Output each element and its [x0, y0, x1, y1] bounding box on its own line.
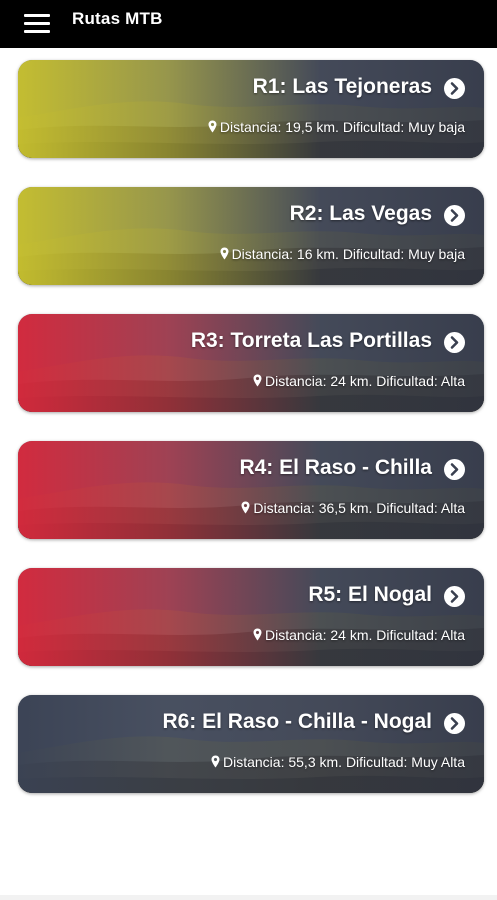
- route-info-text: Distancia: 36,5 km. Dificultad: Alta: [253, 500, 465, 516]
- arrow-circle-right-icon[interactable]: [444, 586, 465, 607]
- map-marker-icon: [253, 628, 262, 641]
- route-info: Distancia: 55,3 km. Dificultad: Muy Alta: [211, 754, 465, 770]
- route-list: R1: Las Tejoneras Distancia: 19,5 km. Di…: [0, 48, 497, 898]
- route-title: R5: El Nogal: [308, 583, 432, 606]
- route-info: Distancia: 19,5 km. Dificultad: Muy baja: [208, 119, 465, 135]
- map-marker-icon: [211, 755, 220, 768]
- route-title: R1: Las Tejoneras: [252, 75, 432, 98]
- app-title: Rutas MTB: [72, 9, 163, 28]
- bottom-edge: [0, 895, 497, 900]
- route-info-text: Distancia: 24 km. Dificultad: Alta: [265, 627, 465, 643]
- route-title: R4: El Raso - Chilla: [239, 456, 432, 479]
- arrow-circle-right-icon[interactable]: [444, 459, 465, 480]
- map-marker-icon: [220, 247, 229, 260]
- route-card[interactable]: R2: Las Vegas Distancia: 16 km. Dificult…: [18, 187, 484, 285]
- route-info: Distancia: 24 km. Dificultad: Alta: [253, 373, 465, 389]
- route-info-text: Distancia: 55,3 km. Dificultad: Muy Alta: [223, 754, 465, 770]
- route-card[interactable]: R3: Torreta Las Portillas Distancia: 24 …: [18, 314, 484, 412]
- route-card[interactable]: R1: Las Tejoneras Distancia: 19,5 km. Di…: [18, 60, 484, 158]
- arrow-circle-right-icon[interactable]: [444, 78, 465, 99]
- arrow-circle-right-icon[interactable]: [444, 332, 465, 353]
- route-title: R3: Torreta Las Portillas: [190, 329, 432, 352]
- route-card[interactable]: R6: El Raso - Chilla - Nogal Distancia: …: [18, 695, 484, 793]
- map-marker-icon: [253, 374, 262, 387]
- route-card[interactable]: R4: El Raso - Chilla Distancia: 36,5 km.…: [18, 441, 484, 539]
- route-info: Distancia: 16 km. Dificultad: Muy baja: [220, 246, 465, 262]
- route-title: R6: El Raso - Chilla - Nogal: [162, 710, 432, 733]
- app-bar: Rutas MTB: [0, 0, 497, 48]
- route-info: Distancia: 36,5 km. Dificultad: Alta: [241, 500, 465, 516]
- arrow-circle-right-icon[interactable]: [444, 205, 465, 226]
- hamburger-menu-icon: [24, 14, 50, 17]
- route-info: Distancia: 24 km. Dificultad: Alta: [253, 627, 465, 643]
- route-info-text: Distancia: 16 km. Dificultad: Muy baja: [231, 246, 465, 262]
- route-title: R2: Las Vegas: [289, 202, 432, 225]
- route-card[interactable]: R5: El Nogal Distancia: 24 km. Dificulta…: [18, 568, 484, 666]
- menu-button[interactable]: [18, 9, 56, 39]
- map-marker-icon: [241, 501, 250, 514]
- route-info-text: Distancia: 24 km. Dificultad: Alta: [265, 373, 465, 389]
- map-marker-icon: [208, 120, 217, 133]
- route-info-text: Distancia: 19,5 km. Dificultad: Muy baja: [219, 119, 465, 135]
- arrow-circle-right-icon[interactable]: [444, 713, 465, 734]
